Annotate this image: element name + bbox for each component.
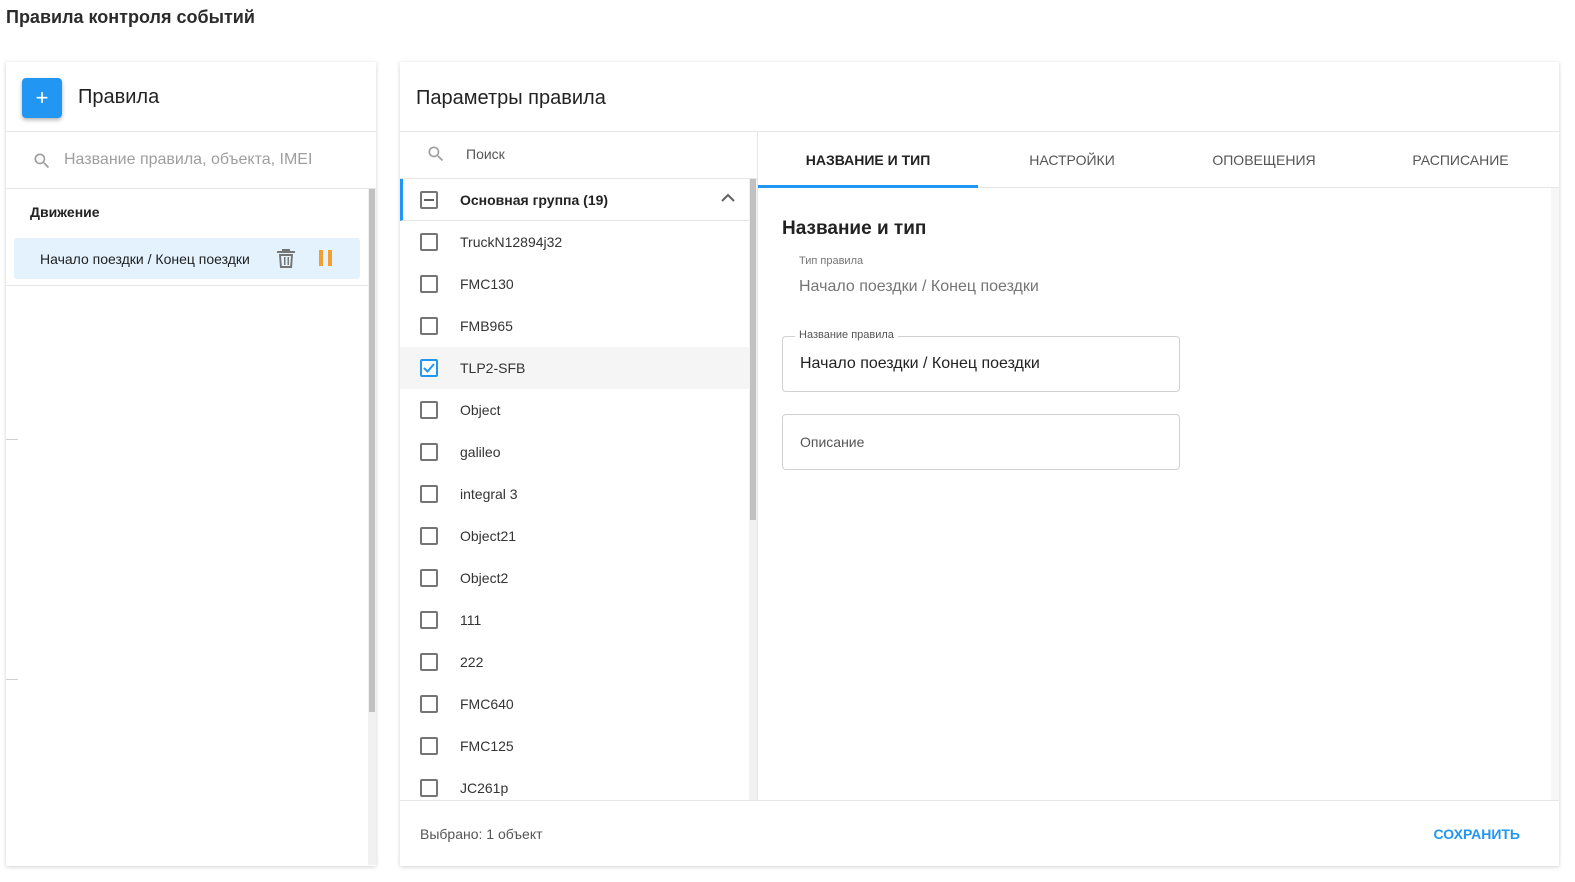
object-name: FMC125 <box>460 738 514 754</box>
rule-group-label: Движение <box>30 204 100 220</box>
checkbox-icon[interactable] <box>420 611 438 629</box>
objects-column: Основная группа (19) TruckN12894j32 FMC13… <box>400 132 758 800</box>
object-name: FMB965 <box>460 318 513 334</box>
checkbox-icon[interactable] <box>420 569 438 587</box>
scrollbar[interactable] <box>749 179 757 800</box>
pause-icon[interactable] <box>319 250 333 266</box>
object-row[interactable]: 222 <box>400 641 750 683</box>
tab-notifications[interactable]: ОПОВЕЩЕНИЯ <box>1166 132 1362 188</box>
checkbox-icon[interactable] <box>420 443 438 461</box>
save-button[interactable]: СОХРАНИТЬ <box>1434 826 1520 842</box>
object-row[interactable]: FMC640 <box>400 683 750 725</box>
object-name: Object <box>460 402 501 418</box>
tab-schedule[interactable]: РАСПИСАНИЕ <box>1362 132 1559 188</box>
chevron-up-icon[interactable] <box>721 193 735 203</box>
checkbox-icon[interactable] <box>420 779 438 797</box>
checkbox-icon[interactable] <box>420 233 438 251</box>
section-title: Название и тип <box>782 218 927 239</box>
checkbox-icon[interactable] <box>420 485 438 503</box>
indeterminate-icon <box>424 199 434 201</box>
rules-header: + Правила <box>6 62 376 132</box>
params-panel: Параметры правила Основная группа (19) T… <box>400 62 1559 866</box>
rules-search-input[interactable] <box>64 146 354 174</box>
object-row[interactable]: Object <box>400 389 750 431</box>
object-row[interactable]: FMB965 <box>400 305 750 347</box>
object-name: TLP2-SFB <box>460 360 526 376</box>
object-row[interactable]: galileo <box>400 431 750 473</box>
checkbox-icon[interactable] <box>420 317 438 335</box>
object-row[interactable]: FMC125 <box>400 725 750 767</box>
divider <box>6 439 18 440</box>
add-rule-button[interactable]: + <box>22 78 62 118</box>
rules-title: Правила <box>78 86 160 108</box>
checkbox-icon[interactable] <box>420 401 438 419</box>
object-row[interactable]: Object2 <box>400 557 750 599</box>
object-name: FMC640 <box>460 696 514 712</box>
tab-bar: НАЗВАНИЕ И ТИП НАСТРОЙКИ ОПОВЕЩЕНИЯ РАСП… <box>758 132 1559 188</box>
checkbox-icon[interactable] <box>420 695 438 713</box>
description-placeholder: Описание <box>800 434 865 450</box>
search-icon <box>34 153 50 169</box>
object-name: TruckN12894j32 <box>460 234 563 250</box>
scrollbar[interactable] <box>1551 188 1559 800</box>
page-title: Правила контроля событий <box>6 7 255 27</box>
tabs-column: НАЗВАНИЕ И ТИП НАСТРОЙКИ ОПОВЕЩЕНИЯ РАСП… <box>758 132 1559 800</box>
rule-type-value: Начало поездки / Конец поездки <box>799 278 1039 295</box>
rules-list: Движение Начало поездки / Конец поездки <box>6 189 376 865</box>
footer: Выбрано: 1 объект СОХРАНИТЬ <box>400 800 1559 866</box>
object-row[interactable]: Object21 <box>400 515 750 557</box>
rule-item-label: Начало поездки / Конец поездки <box>40 251 250 267</box>
object-name: galileo <box>460 444 501 460</box>
object-row[interactable]: JC261p <box>400 767 750 800</box>
object-row[interactable]: FMC130 <box>400 263 750 305</box>
object-group-row[interactable]: Основная группа (19) <box>400 179 750 221</box>
checkbox-icon[interactable] <box>420 737 438 755</box>
checkbox-checked-icon[interactable] <box>420 359 438 377</box>
params-header: Параметры правила <box>400 62 1559 132</box>
trash-icon[interactable] <box>277 248 295 268</box>
object-row[interactable]: integral 3 <box>400 473 750 515</box>
checkbox-icon[interactable] <box>420 527 438 545</box>
checkbox-icon[interactable] <box>420 275 438 293</box>
object-name: integral 3 <box>460 486 518 502</box>
rule-item[interactable]: Начало поездки / Конец поездки <box>14 238 360 279</box>
rule-name-label: Название правила <box>795 329 898 341</box>
object-search <box>400 132 757 179</box>
params-title: Параметры правила <box>416 87 606 109</box>
scrollbar[interactable] <box>368 189 376 865</box>
object-name: 222 <box>460 654 484 670</box>
object-group-label: Основная группа (19) <box>460 192 609 208</box>
object-list: Основная группа (19) TruckN12894j32 FMC13… <box>400 179 757 800</box>
object-name: Object21 <box>460 528 517 544</box>
description-field[interactable]: Описание <box>782 414 1180 470</box>
rules-panel: + Правила Движение Начало поездки / Коне… <box>6 62 376 866</box>
checkbox-icon[interactable] <box>420 653 438 671</box>
tab-settings[interactable]: НАСТРОЙКИ <box>978 132 1166 188</box>
rules-search <box>6 132 376 189</box>
object-search-input[interactable] <box>466 142 726 166</box>
object-name: JC261p <box>460 780 509 796</box>
scrollbar-thumb[interactable] <box>369 189 375 712</box>
search-icon <box>428 146 444 162</box>
object-name: 111 <box>460 612 482 628</box>
tab-content: Название и тип Тип правила Начало поездк… <box>758 188 1559 800</box>
divider <box>6 285 368 286</box>
group-checkbox[interactable] <box>420 191 438 209</box>
scrollbar-thumb[interactable] <box>750 179 756 520</box>
object-name: Object2 <box>460 570 509 586</box>
selected-count: Выбрано: 1 объект <box>420 826 543 842</box>
rule-type-label: Тип правила <box>799 255 864 267</box>
object-row[interactable]: TLP2-SFB <box>400 347 750 389</box>
object-name: FMC130 <box>460 276 514 292</box>
object-row[interactable]: 111 <box>400 599 750 641</box>
rule-name-field[interactable]: Название правила Начало поездки / Конец … <box>782 329 1180 392</box>
object-row[interactable]: TruckN12894j32 <box>400 221 750 263</box>
tab-name-and-type[interactable]: НАЗВАНИЕ И ТИП <box>758 132 978 188</box>
rule-name-value: Начало поездки / Конец поездки <box>800 355 1040 372</box>
divider <box>6 679 18 680</box>
